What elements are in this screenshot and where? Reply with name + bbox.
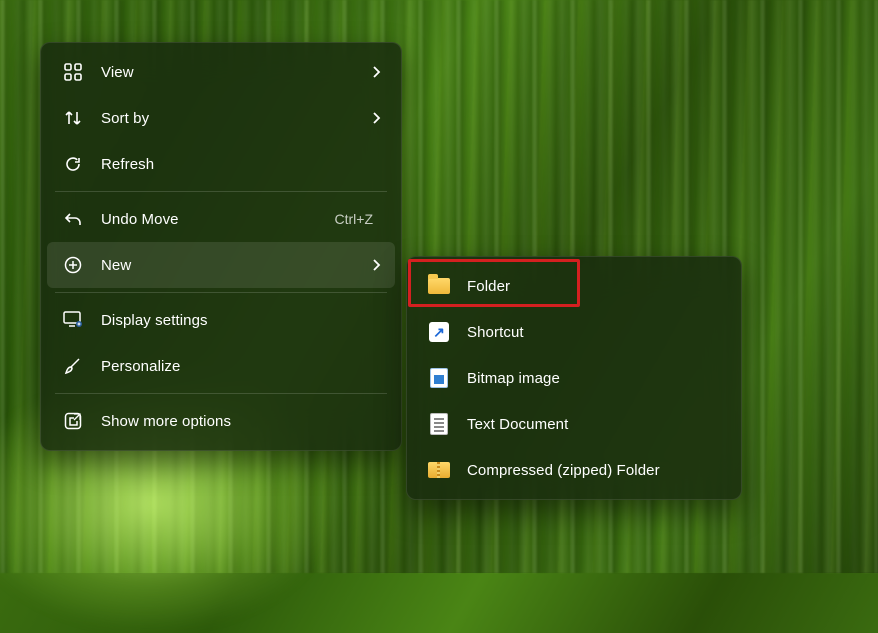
menu-item-personalize[interactable]: Personalize	[47, 343, 395, 389]
menu-label: Shortcut	[467, 324, 721, 341]
menu-label: New	[101, 257, 371, 274]
bitmap-icon	[427, 368, 451, 388]
menu-label: Personalize	[101, 358, 381, 375]
submenu-item-bitmap[interactable]: Bitmap image	[413, 355, 735, 401]
brush-icon	[61, 357, 85, 375]
shortcut-icon: ↗	[427, 322, 451, 342]
chevron-right-icon	[371, 258, 381, 272]
menu-shortcut: Ctrl+Z	[335, 211, 374, 227]
menu-separator	[55, 393, 387, 394]
menu-label: Refresh	[101, 156, 381, 173]
submenu-item-text[interactable]: Text Document	[413, 401, 735, 447]
menu-label: Sort by	[101, 110, 371, 127]
zip-folder-icon	[427, 462, 451, 478]
menu-label: Show more options	[101, 413, 381, 430]
menu-label: View	[101, 64, 371, 81]
menu-separator	[55, 191, 387, 192]
plus-circle-icon	[61, 256, 85, 274]
menu-item-display-settings[interactable]: Display settings	[47, 297, 395, 343]
submenu-item-shortcut[interactable]: ↗ Shortcut	[413, 309, 735, 355]
menu-item-view[interactable]: View	[47, 49, 395, 95]
undo-icon	[61, 210, 85, 228]
menu-label: Text Document	[467, 416, 721, 433]
new-submenu: Folder ↗ Shortcut Bitmap image Text Docu…	[406, 256, 742, 500]
desktop-context-menu: View Sort by Refresh	[40, 42, 402, 451]
submenu-item-folder[interactable]: Folder	[413, 263, 735, 309]
folder-icon	[427, 278, 451, 294]
menu-item-sort[interactable]: Sort by	[47, 95, 395, 141]
menu-label: Display settings	[101, 312, 381, 329]
menu-label: Undo Move	[101, 211, 335, 228]
menu-item-new[interactable]: New	[47, 242, 395, 288]
chevron-right-icon	[371, 111, 381, 125]
menu-item-show-more[interactable]: Show more options	[47, 398, 395, 444]
sort-icon	[61, 109, 85, 127]
menu-label: Compressed (zipped) Folder	[467, 462, 721, 479]
menu-label: Folder	[467, 278, 721, 295]
display-settings-icon	[61, 311, 85, 329]
refresh-icon	[61, 155, 85, 173]
menu-item-refresh[interactable]: Refresh	[47, 141, 395, 187]
text-document-icon	[427, 413, 451, 435]
menu-label: Bitmap image	[467, 370, 721, 387]
show-more-icon	[61, 412, 85, 430]
submenu-item-zip[interactable]: Compressed (zipped) Folder	[413, 447, 735, 493]
menu-separator	[55, 292, 387, 293]
grid-icon	[61, 63, 85, 81]
chevron-right-icon	[371, 65, 381, 79]
menu-item-undo[interactable]: Undo Move Ctrl+Z	[47, 196, 395, 242]
